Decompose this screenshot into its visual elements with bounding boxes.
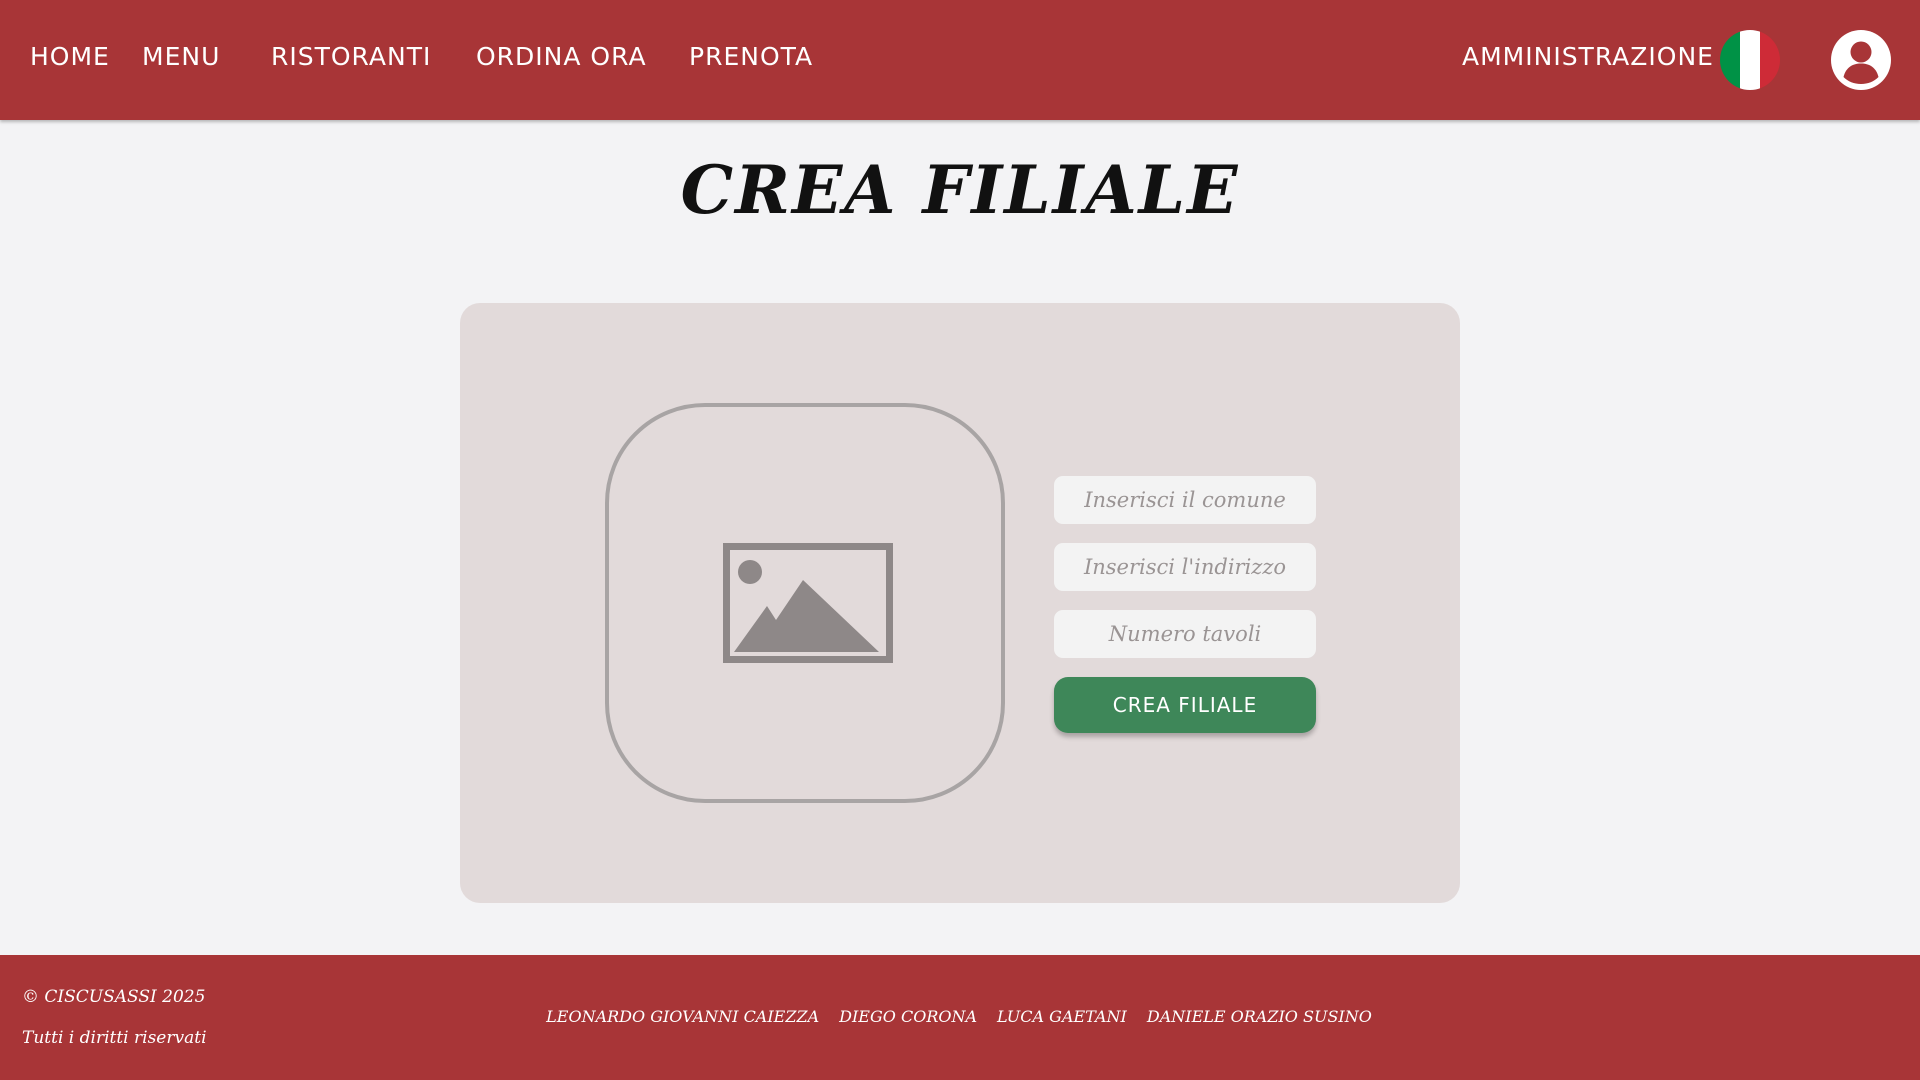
nav-ordina-ora-link[interactable]: ORDINA ORA: [476, 42, 647, 72]
nav-menu-link[interactable]: MENU: [142, 42, 220, 72]
footer-author[interactable]: DIEGO CORONA: [839, 1006, 977, 1028]
footer-author[interactable]: LEONARDO GIOVANNI CAIEZZA: [546, 1006, 819, 1028]
flag-green-stripe: [1720, 30, 1740, 90]
user-avatar-svg: [1831, 30, 1891, 90]
image-upload-box[interactable]: [605, 403, 1005, 803]
numero-tavoli-input[interactable]: [1054, 610, 1316, 658]
create-branch-card: CREA FILIALE: [460, 303, 1460, 903]
comune-input[interactable]: [1054, 476, 1316, 524]
user-circle-icon[interactable]: [1831, 30, 1891, 90]
footer-author[interactable]: LUCA GAETANI: [997, 1006, 1127, 1028]
navbar: HOME MENU RISTORANTI ORDINA ORA PRENOTA …: [0, 0, 1920, 120]
footer-author[interactable]: DANIELE ORAZIO SUSINO: [1147, 1006, 1372, 1028]
nav-prenota-link[interactable]: PRENOTA: [689, 42, 813, 72]
flag-red-stripe: [1760, 30, 1780, 90]
flag-white-stripe: [1740, 30, 1760, 90]
footer-authors: LEONARDO GIOVANNI CAIEZZA DIEGO CORONA L…: [0, 1006, 1920, 1028]
indirizzo-input[interactable]: [1054, 543, 1316, 591]
nav-ristoranti-link[interactable]: RISTORANTI: [271, 42, 431, 72]
image-placeholder-icon: [723, 543, 893, 663]
crea-filiale-button[interactable]: CREA FILIALE: [1054, 677, 1316, 733]
page-title: CREA FILIALE: [680, 151, 1240, 229]
footer-rights: Tutti i diritti riservati: [22, 1028, 207, 1048]
footer-copyright: © CISCUSASSI 2025: [22, 987, 206, 1007]
italian-flag-icon[interactable]: [1720, 30, 1780, 90]
nav-amministrazione-link[interactable]: AMMINISTRAZIONE: [1462, 42, 1714, 72]
nav-home-link[interactable]: HOME: [30, 42, 110, 72]
